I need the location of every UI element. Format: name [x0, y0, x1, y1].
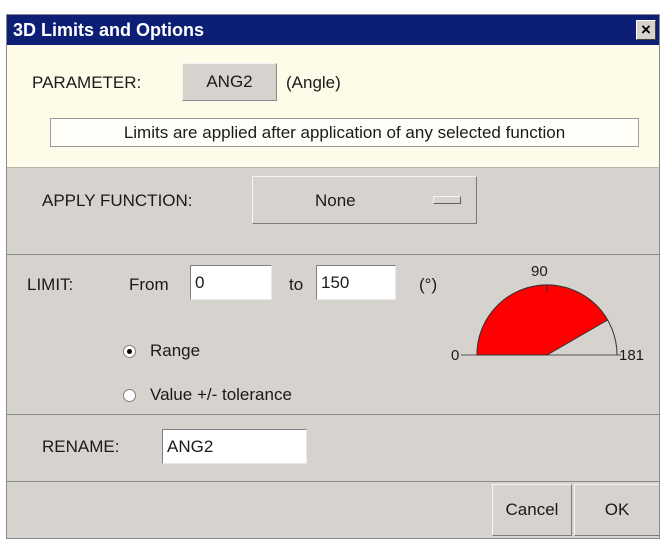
rename-label: RENAME:	[42, 437, 120, 456]
button-bar: Cancel OK	[7, 482, 659, 538]
parameter-description: (Angle)	[286, 73, 341, 92]
window-title: 3D Limits and Options	[13, 20, 205, 40]
tolerance-option-label: Value +/- tolerance	[150, 385, 292, 404]
tolerance-option[interactable]: Value +/- tolerance	[123, 385, 292, 405]
cancel-button[interactable]: Cancel	[492, 484, 572, 536]
gauge-graphic	[461, 284, 621, 356]
from-label: From	[129, 275, 169, 294]
limits-dialog: 3D Limits and Options × PARAMETER: ANG2 …	[6, 14, 660, 539]
option-menu-indicator-icon	[433, 196, 461, 204]
function-panel: APPLY FUNCTION: None	[7, 168, 659, 255]
ok-button[interactable]: OK	[574, 484, 659, 536]
unit-label: (°)	[419, 275, 438, 294]
parameter-button[interactable]: ANG2	[182, 63, 277, 101]
parameter-panel: PARAMETER: ANG2 (Angle) Limits are appli…	[7, 45, 659, 168]
apply-function-label: APPLY FUNCTION:	[42, 191, 193, 210]
parameter-label: PARAMETER:	[32, 73, 142, 92]
radio-icon[interactable]	[123, 388, 136, 402]
apply-function-value: None	[315, 191, 356, 210]
limit-panel: LIMIT: From 0 to 150 (°) Range Value +/-…	[7, 255, 659, 415]
rename-panel: RENAME: ANG2	[7, 415, 659, 482]
title-bar: 3D Limits and Options ×	[7, 15, 659, 45]
radio-icon[interactable]	[123, 344, 136, 358]
range-option[interactable]: Range	[123, 341, 200, 361]
to-label: to	[289, 275, 304, 294]
apply-function-select[interactable]: None	[252, 176, 477, 224]
to-field[interactable]: 150	[316, 265, 396, 300]
limit-label: LIMIT:	[27, 275, 74, 294]
from-field[interactable]: 0	[190, 265, 272, 300]
limits-note: Limits are applied after application of …	[50, 118, 639, 147]
range-option-label: Range	[150, 341, 201, 360]
angle-gauge: 90 0 181	[443, 263, 653, 373]
rename-field[interactable]: ANG2	[162, 429, 307, 464]
gauge-fill-sector	[476, 284, 609, 356]
close-icon[interactable]: ×	[636, 20, 656, 40]
